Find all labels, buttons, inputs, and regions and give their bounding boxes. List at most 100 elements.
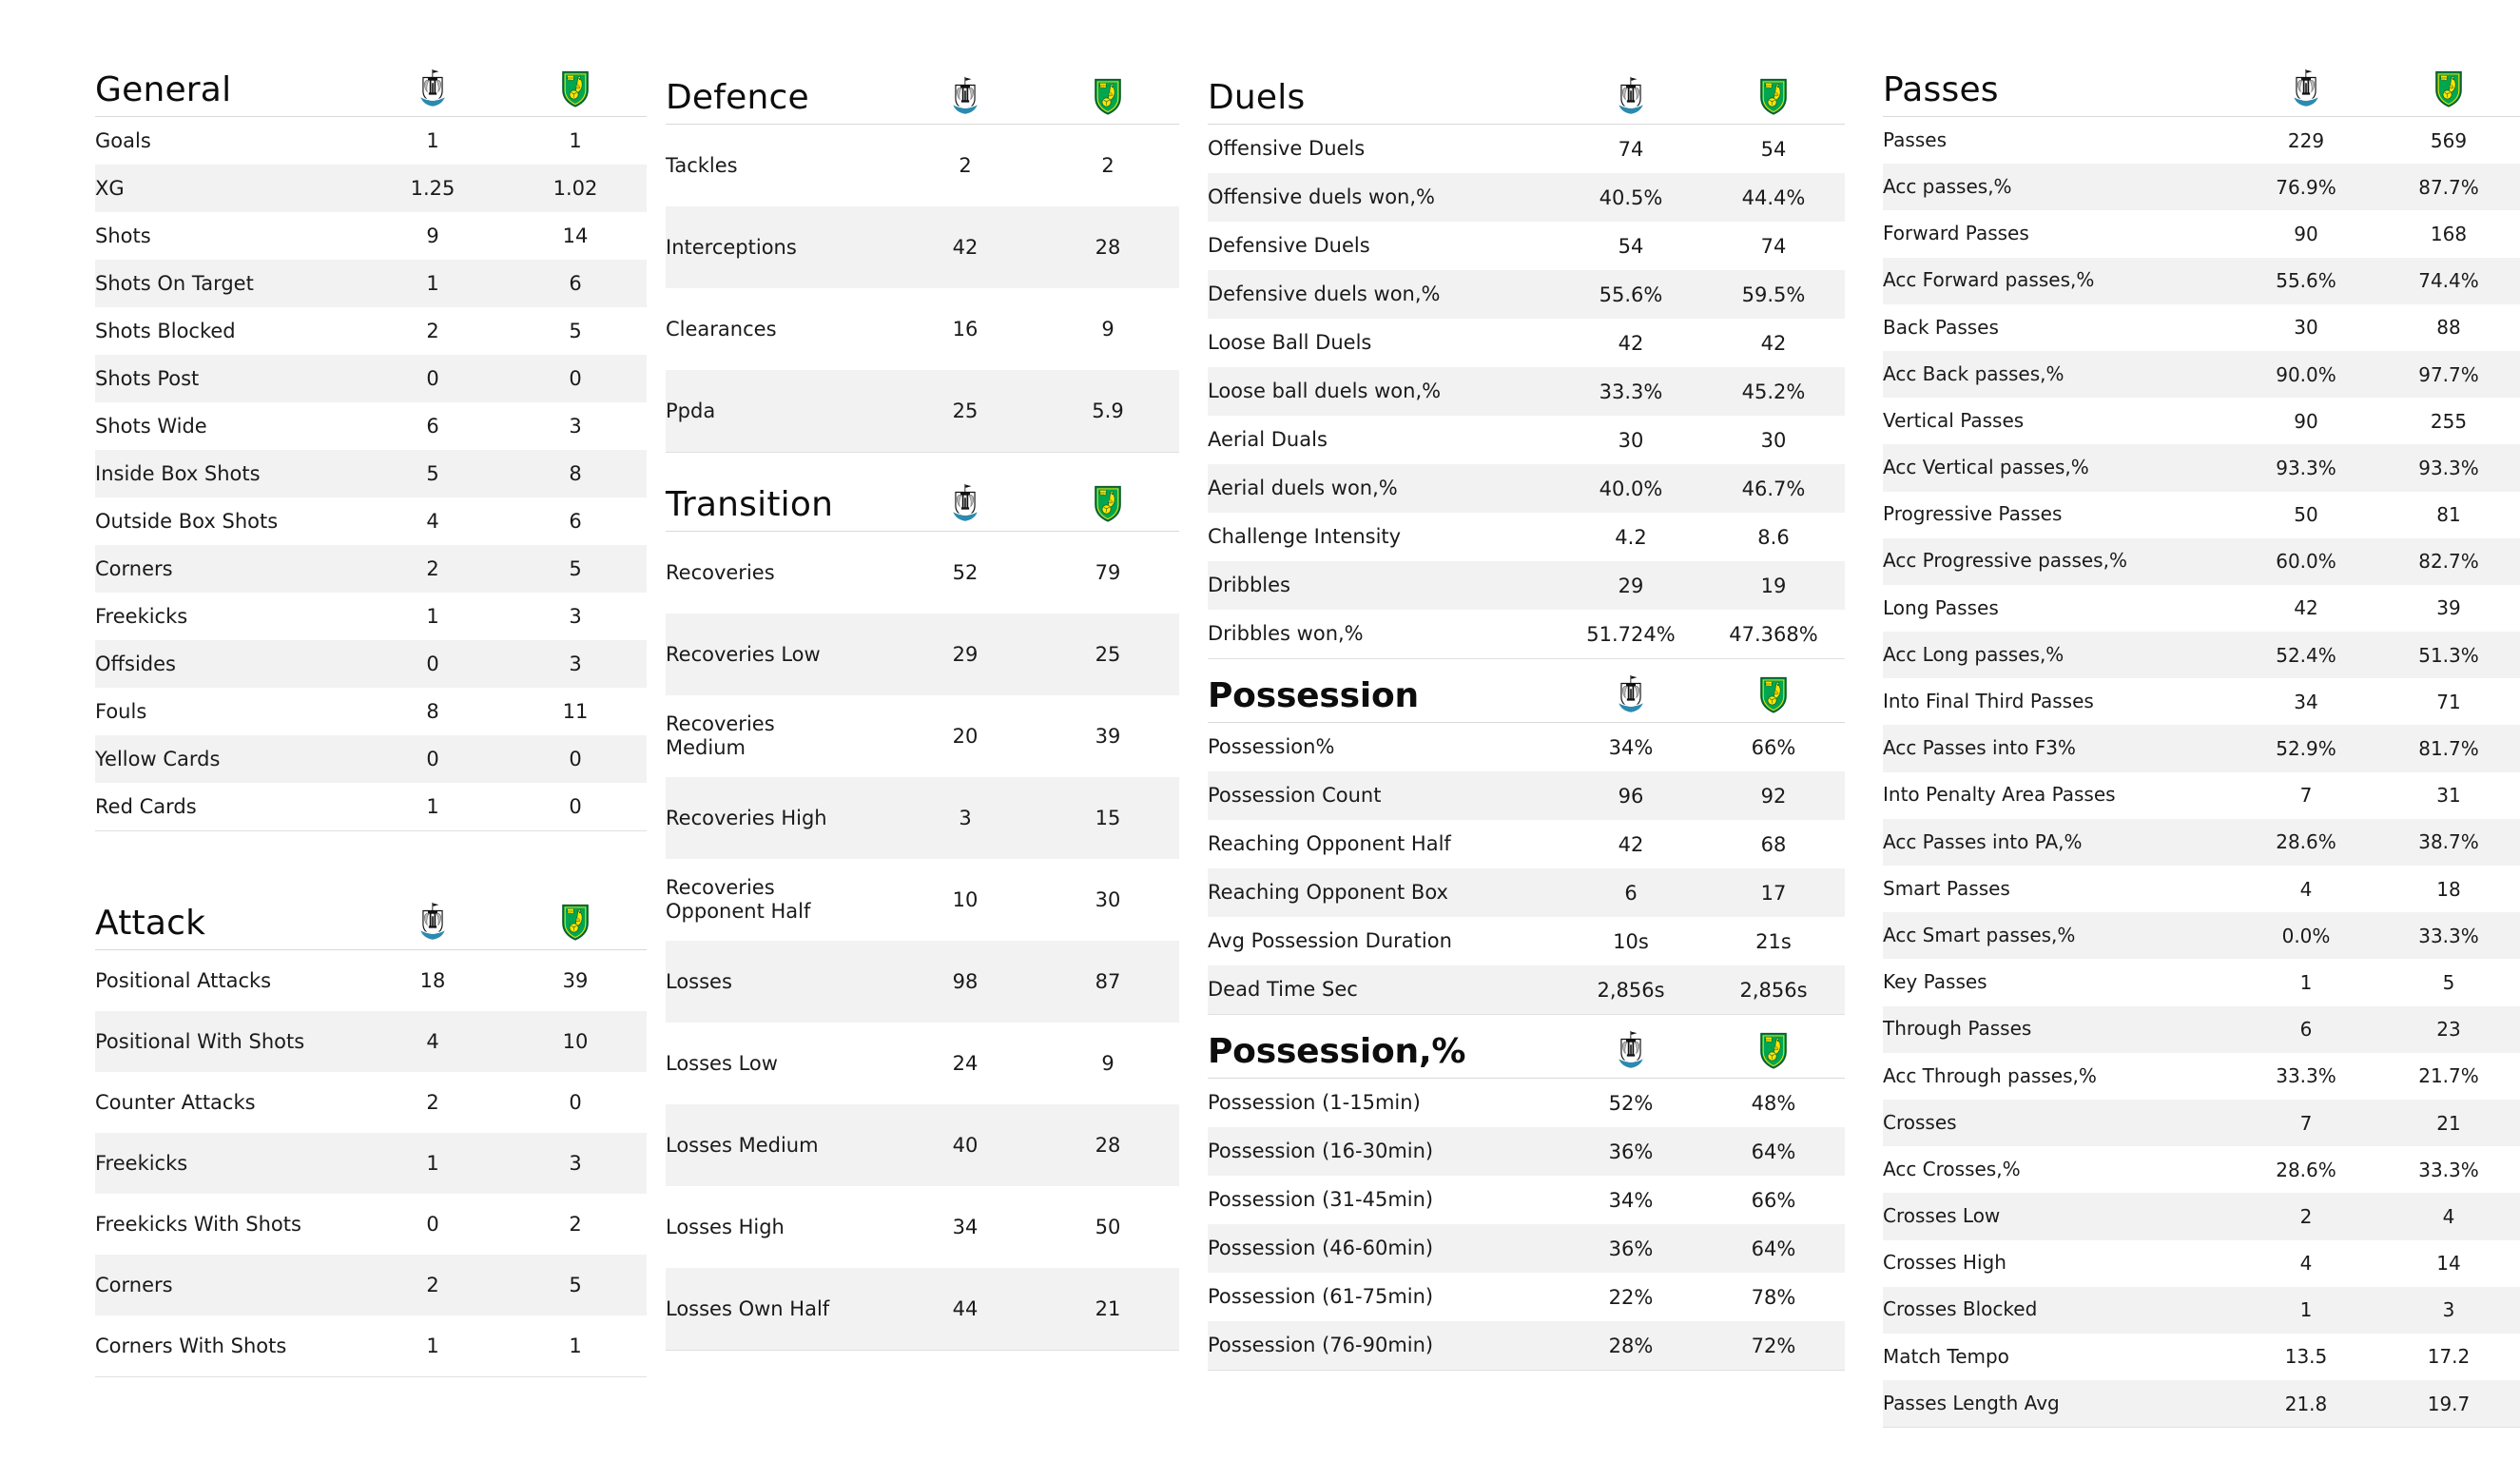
table-row: Losses Low 24 9 <box>666 1023 1179 1104</box>
stat-table-attack: Positional Attacks 18 39 Positional With Sh… <box>95 950 647 1376</box>
stat-value-away: 72% <box>1751 1334 1796 1357</box>
stat-value-away: 9 <box>1101 318 1115 341</box>
stat-value-away: 255 <box>2430 409 2468 433</box>
stat-label: Corners <box>95 556 173 580</box>
table-row: Forward Passes 90 168 <box>1883 210 2520 257</box>
table-row: Defensive duels won,% 55.6% 59.5% <box>1208 270 1845 319</box>
stat-label: Counter Attacks <box>95 1090 256 1114</box>
table-row: Shots Post 0 0 <box>95 355 647 402</box>
table-row: Into Penalty Area Passes 7 31 <box>1883 772 2520 819</box>
stat-label: Shots On Target <box>95 271 254 295</box>
table-row: Offensive duels won,% 40.5% 44.4% <box>1208 173 1845 222</box>
stat-value-away: 8.6 <box>1757 525 1790 549</box>
stat-label: Acc Passes into F3% <box>1883 736 2076 760</box>
stat-label: Acc Long passes,% <box>1883 642 2064 666</box>
column-passes: Passes NCFC Passes 229 569 Acc passes,% … <box>1845 0 2520 1429</box>
stat-label: Into Final Third Passes <box>1883 690 2094 713</box>
stat-value-away: 30 <box>1095 888 1121 911</box>
table-row: Corners With Shots 1 1 <box>95 1315 647 1376</box>
svg-text:NCFC: NCFC <box>1765 84 1774 88</box>
stat-value-home: 7 <box>2299 1111 2313 1135</box>
stat-label: Offensive Duels <box>1208 137 1366 161</box>
stat-label: Possession% <box>1208 735 1335 759</box>
stat-value-home: 36% <box>1608 1237 1654 1260</box>
stat-label: Losses Low <box>666 1051 778 1075</box>
table-row: Defensive Duels 54 74 <box>1208 222 1845 270</box>
stat-label: Crosses <box>1883 1110 1957 1134</box>
stat-value-home: 40.0% <box>1599 477 1663 500</box>
stat-value-away: 3 <box>569 605 582 628</box>
table-row: Possession% 34% 66% <box>1208 723 1845 771</box>
stat-value-away: 3 <box>569 415 582 438</box>
stat-label: Recoveries Medium <box>666 712 775 759</box>
stat-label: Possession (46-60min) <box>1208 1237 1434 1260</box>
stat-value-home: 76.9% <box>2276 175 2336 199</box>
stat-value-home: 29 <box>1618 574 1644 597</box>
stat-value-home: 2,856s <box>1597 978 1665 1002</box>
stat-label: Recoveries <box>666 560 775 584</box>
stat-value-away: 31 <box>2436 784 2461 808</box>
stat-label: Corners With Shots <box>95 1334 287 1357</box>
newcastle-crest <box>1618 76 1644 114</box>
stat-label: Acc Smart passes,% <box>1883 923 2076 946</box>
stat-label: XG <box>95 176 125 200</box>
table-row: Shots Wide 6 3 <box>95 402 647 450</box>
stat-table-transition: Recoveries 52 79 Recoveries Low 29 25 Recoveri… <box>666 532 1179 1350</box>
stat-value-home: 1 <box>2299 970 2313 994</box>
stat-value-away: 82.7% <box>2418 550 2479 574</box>
section-bottom-divider <box>1208 1370 1845 1371</box>
stat-value-home: 74 <box>1618 137 1644 161</box>
stat-value-away: 0 <box>569 748 582 770</box>
away-team-crest-cell: NCFC <box>504 900 647 944</box>
stat-label: Losses Own Half <box>666 1296 830 1320</box>
section-bottom-divider <box>1883 1427 2520 1429</box>
table-row: Into Final Third Passes 34 71 <box>1883 678 2520 725</box>
stat-value-away: 4 <box>2442 1204 2455 1228</box>
stat-value-home: 28% <box>1608 1334 1654 1357</box>
stat-value-home: 4 <box>2299 877 2313 901</box>
stat-value-home: 98 <box>952 970 979 993</box>
stat-value-away: 39 <box>2436 596 2461 620</box>
stat-value-home: 1 <box>426 1335 439 1357</box>
table-row: Passes Length Avg 21.8 19.7 <box>1883 1380 2520 1428</box>
table-row: Recoveries Low 29 25 <box>666 614 1179 695</box>
table-row: Vertical Passes 90 255 <box>1883 398 2520 444</box>
stat-label: Loose ball duels won,% <box>1208 380 1442 403</box>
stat-label: Smart Passes <box>1883 876 2010 900</box>
table-row: Match Tempo 13.5 17.2 <box>1883 1334 2520 1380</box>
stat-label: Recoveries Low <box>666 642 821 666</box>
stat-value-home: 40.5% <box>1599 185 1663 209</box>
stat-value-home: 90 <box>2294 409 2318 433</box>
stat-label: Possession (31-45min) <box>1208 1188 1434 1212</box>
stat-value-away: 2 <box>569 1213 582 1236</box>
section-header-duels: Duels NCFC <box>1208 74 1845 124</box>
stat-value-home: 18 <box>419 969 446 992</box>
stat-value-home: 42 <box>2294 596 2318 620</box>
stat-label: Reaching Opponent Half <box>1208 832 1451 856</box>
table-row: Avg Possession Duration 10s 21s <box>1208 917 1845 965</box>
stat-value-home: 50 <box>2294 503 2318 527</box>
table-row: Acc Smart passes,% 0.0% 33.3% <box>1883 912 2520 960</box>
stat-value-away: 38.7% <box>2418 830 2479 854</box>
table-row: Reaching Opponent Half 42 68 <box>1208 820 1845 868</box>
stat-value-away: 23 <box>2436 1018 2461 1042</box>
table-row: Goals 1 1 <box>95 117 647 165</box>
section-title-transition: Transition <box>666 485 834 525</box>
stat-label: Dead Time Sec <box>1208 978 1358 1002</box>
stat-value-home: 5 <box>426 462 439 485</box>
stat-label: Possession (1-15min) <box>1208 1091 1421 1115</box>
stat-value-away: 46.7% <box>1741 477 1806 500</box>
stat-table-possession: Possession% 34% 66% Possession Count 96 92 Rea… <box>1208 723 1845 1014</box>
stat-label: Clearances <box>666 317 777 341</box>
home-team-crest-cell <box>361 67 504 110</box>
stat-label: Shots Blocked <box>95 319 236 342</box>
stat-value-home: 13.5 <box>2284 1345 2328 1369</box>
home-team-crest-cell <box>894 481 1037 525</box>
section-title-possession-pct: Possession,% <box>1208 1032 1466 1072</box>
stat-value-home: 3 <box>959 807 972 829</box>
stat-value-home: 4 <box>426 1030 439 1053</box>
stat-value-away: 0 <box>569 795 582 818</box>
svg-text:NCFC: NCFC <box>1765 682 1774 686</box>
stat-value-home: 29 <box>952 643 979 666</box>
